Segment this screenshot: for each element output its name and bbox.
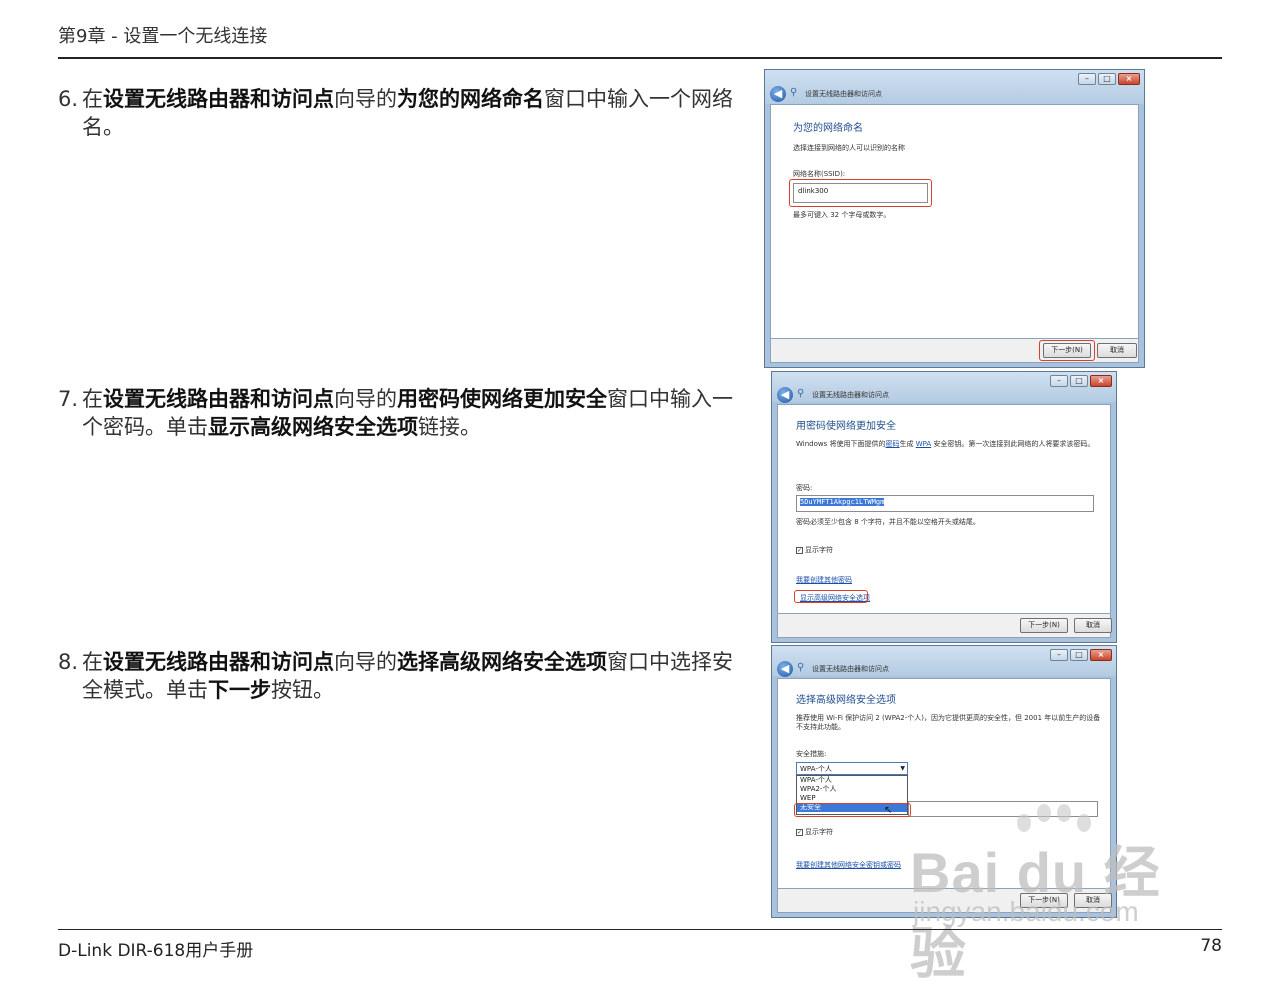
back-arrow-icon[interactable]: ◀ xyxy=(777,387,793,403)
dialog-heading: 为您的网络命名 xyxy=(793,123,863,134)
next-button[interactable]: 下一步(N) xyxy=(1020,893,1068,908)
minimize-button[interactable]: – xyxy=(1078,73,1096,85)
step-number: 8. xyxy=(58,650,79,674)
step-7: 7. 在设置无线路由器和访问点向导的用密码使网络更加安全窗口中输入一个密码。单击… xyxy=(58,385,748,441)
window-title: 设置无线路由器和访问点 xyxy=(805,90,882,98)
checkbox-icon[interactable]: ✓ xyxy=(796,828,803,836)
title-bar: – □ × ◀ ⚲ 设置无线路由器和访问点 xyxy=(765,70,1144,104)
dialog-advanced-security: – □ × ◀ ⚲ 设置无线路由器和访问点 选择高级网络安全选项 推荐使用 Wi-F… xyxy=(771,645,1117,918)
close-button[interactable]: × xyxy=(1118,73,1140,85)
show-chars-checkbox[interactable]: ✓ 显示字符 xyxy=(796,545,833,555)
dialog-password: – □ × ◀ ⚲ 设置无线路由器和访问点 用密码使网络更加安全 Windows 将… xyxy=(771,371,1117,643)
dialog-content: 用密码使网络更加安全 Windows 将使用下面提供的密码生成 WPA 安全密钥… xyxy=(777,404,1111,614)
page-header: 第9章 - 设置一个无线连接 xyxy=(58,26,268,47)
create-key-link[interactable]: 我要创建其他网络安全密钥或密码 xyxy=(796,860,901,870)
button-bar: 下一步(N) 取消 xyxy=(777,889,1112,913)
step-text: 在设置无线路由器和访问点向导的用密码使网络更加安全窗口中输入一个密码。单击显示高… xyxy=(82,387,733,439)
checkbox-icon[interactable]: ✓ xyxy=(796,546,803,554)
back-arrow-icon[interactable]: ◀ xyxy=(777,661,793,677)
cancel-button[interactable]: 取消 xyxy=(1074,618,1112,633)
dialog-description: 选择连接到网络的人可以识别的名称 xyxy=(793,144,905,152)
wireless-icon: ⚲ xyxy=(790,87,798,98)
title-bar: – □ × ◀ ⚲ 设置无线路由器和访问点 xyxy=(772,646,1116,677)
dialog-heading: 选择高级网络安全选项 xyxy=(796,695,896,706)
dropdown-option[interactable]: WPA2-个人 xyxy=(797,785,907,794)
close-button[interactable]: × xyxy=(1090,649,1112,661)
step-number: 7. xyxy=(58,387,79,411)
dialog-content: 为您的网络命名 选择连接到网络的人可以识别的名称 网络名称(SSID): dli… xyxy=(770,104,1139,339)
password-label: 密码: xyxy=(796,484,813,492)
security-label: 安全措施: xyxy=(796,750,827,758)
create-password-link[interactable]: 我要创建其他密码 xyxy=(796,575,852,585)
dropdown-arrow-icon[interactable]: ▼ xyxy=(900,764,905,774)
dialog-description: Windows 将使用下面提供的密码生成 WPA 安全密钥。第一次连接到此网络的… xyxy=(796,440,1095,448)
dropdown-option[interactable]: WEP xyxy=(797,794,907,803)
dialog-name-network: – □ × ◀ ⚲ 设置无线路由器和访问点 为您的网络命名 选择连接到网络的人可以识… xyxy=(764,69,1145,368)
cancel-button[interactable]: 取消 xyxy=(1097,343,1137,358)
dropdown-option[interactable]: WPA-个人 xyxy=(797,776,907,785)
highlight-box xyxy=(794,803,911,817)
close-button[interactable]: × xyxy=(1090,375,1112,387)
footer-manual: D-Link DIR-618用户手册 xyxy=(58,941,254,961)
maximize-button[interactable]: □ xyxy=(1070,649,1088,661)
wireless-icon: ⚲ xyxy=(797,662,805,673)
highlight-box xyxy=(789,179,932,207)
password-hint: 密码必须至少包含 8 个字符，并且不能以空格开头或结尾。 xyxy=(796,518,980,526)
button-bar: 下一步(N) 取消 xyxy=(770,339,1139,363)
maximize-button[interactable]: □ xyxy=(1098,73,1116,85)
dialog-heading: 用密码使网络更加安全 xyxy=(796,421,896,432)
step-text: 在设置无线路由器和访问点向导的为您的网络命名窗口中输入一个网络名。 xyxy=(82,87,733,139)
back-arrow-icon[interactable]: ◀ xyxy=(770,86,786,102)
dialog-description-line2: 不支持此功能。 xyxy=(796,723,845,731)
mouse-cursor-icon: ↖ xyxy=(884,805,893,816)
header-rule xyxy=(58,57,1222,59)
dialog-content: 选择高级网络安全选项 推荐使用 Wi-Fi 保护访问 2 (WPA2-个人)，因… xyxy=(777,678,1111,889)
step-8: 8. 在设置无线路由器和访问点向导的选择高级网络安全选项窗口中选择安全模式。单击… xyxy=(58,648,748,704)
cancel-button[interactable]: 取消 xyxy=(1074,893,1112,908)
wireless-icon: ⚲ xyxy=(797,388,805,399)
ssid-hint: 最多可键入 32 个字母或数字。 xyxy=(793,211,891,219)
maximize-button[interactable]: □ xyxy=(1070,375,1088,387)
key-input[interactable] xyxy=(908,801,1098,817)
password-input[interactable]: 5DuYMFT1Akpgc1LTWMgm xyxy=(796,495,1094,512)
step-number: 6. xyxy=(58,87,79,111)
security-select[interactable]: WPA-个人 ▼ xyxy=(796,762,908,775)
minimize-button[interactable]: – xyxy=(1050,649,1068,661)
window-title: 设置无线路由器和访问点 xyxy=(812,391,889,399)
footer-rule xyxy=(58,929,1222,930)
ssid-label: 网络名称(SSID): xyxy=(793,170,846,178)
page-number: 78 xyxy=(1200,936,1222,956)
step-6: 6. 在设置无线路由器和访问点向导的为您的网络命名窗口中输入一个网络名。 xyxy=(58,85,748,141)
next-button[interactable]: 下一步(N) xyxy=(1020,618,1068,633)
button-bar: 下一步(N) 取消 xyxy=(777,614,1112,638)
title-bar: – □ × ◀ ⚲ 设置无线路由器和访问点 xyxy=(772,372,1116,403)
highlight-box xyxy=(794,590,868,603)
show-chars-checkbox[interactable]: ✓ 显示字符 xyxy=(796,827,833,837)
highlight-box xyxy=(1039,340,1095,361)
step-text: 在设置无线路由器和访问点向导的选择高级网络安全选项窗口中选择安全模式。单击下一步… xyxy=(82,650,733,702)
window-title: 设置无线路由器和访问点 xyxy=(812,665,889,673)
minimize-button[interactable]: – xyxy=(1050,375,1068,387)
